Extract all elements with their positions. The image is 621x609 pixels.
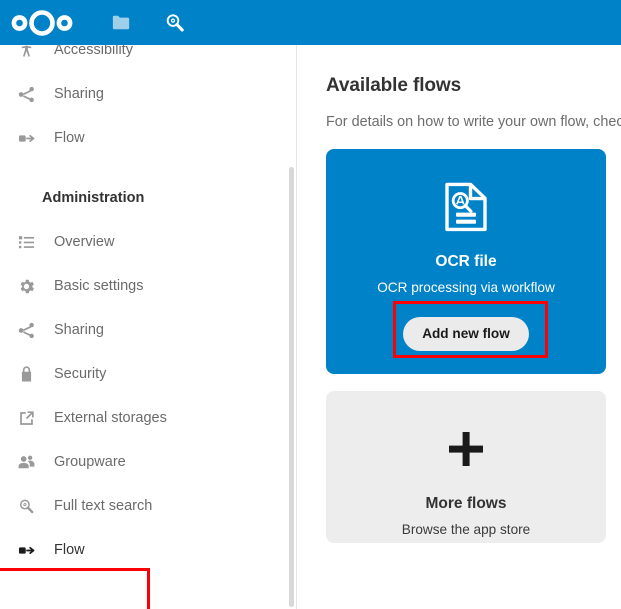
sidebar-item-label: Accessibility [54,45,133,58]
nextcloud-logo[interactable] [11,8,73,38]
accessibility-icon [12,45,40,64]
magnifier-icon [12,492,40,520]
sidebar-item-label: Security [54,366,106,382]
flow-card-ocr-file[interactable]: OCR file OCR processing via workflow Add… [326,149,606,374]
sidebar-item-label: Basic settings [54,278,143,294]
settings-content: Available flows For details on how to wr… [298,45,621,609]
list-icon [12,228,40,256]
external-link-icon [12,404,40,432]
plus-icon [326,421,606,477]
header-app-files[interactable] [96,0,146,45]
sidebar-item-label: Full text search [54,498,152,514]
flow-icon [12,536,40,564]
flow-card-more-flows[interactable]: More flows Browse the app store [326,391,606,543]
sidebar-item-label: Sharing [54,322,104,338]
flow-icon [12,124,40,152]
header-app-full-text-search[interactable] [150,0,200,45]
flow-card-description: Browse the app store [326,522,606,537]
sidebar-item-sharing-admin[interactable]: Sharing [0,308,296,352]
sidebar-scrollbar[interactable] [289,167,294,607]
flow-card-title: OCR file [326,253,606,271]
page-title: Available flows [326,75,621,97]
share-icon [12,316,40,344]
app-header [0,0,621,45]
full-text-search-icon [163,11,187,35]
settings-sidebar: Accessibility Sharing [0,45,297,609]
nav-spacer [0,572,296,580]
sidebar-item-label: Overview [54,234,114,250]
sidebar-item-label: External storages [54,410,167,426]
flow-card-title: More flows [326,495,606,513]
share-icon [12,80,40,108]
page-subtitle: For details on how to write your own flo… [326,114,621,130]
sidebar-item-sharing-personal[interactable]: Sharing [0,72,296,116]
flow-card-description: OCR processing via workflow [326,280,606,295]
settings-nav-list: Accessibility Sharing [0,45,296,580]
lock-icon [12,360,40,388]
ocr-document-icon [326,179,606,235]
sidebar-item-basic-settings[interactable]: Basic settings [0,264,296,308]
sidebar-item-label: Groupware [54,454,126,470]
gear-icon [12,272,40,300]
group-icon [12,448,40,476]
sidebar-item-flow-admin[interactable]: Flow [0,528,296,572]
nextcloud-settings-page: Accessibility Sharing [0,0,621,609]
sidebar-item-accessibility[interactable]: Accessibility [0,45,296,72]
sidebar-item-external-storages[interactable]: External storages [0,396,296,440]
add-new-flow-button[interactable]: Add new flow [403,317,529,351]
sidebar-item-label: Sharing [54,86,104,102]
sidebar-item-flow-personal[interactable]: Flow [0,116,296,160]
sidebar-item-label: Flow [54,130,85,146]
sidebar-item-groupware[interactable]: Groupware [0,440,296,484]
sidebar-item-security[interactable]: Security [0,352,296,396]
sidebar-item-full-text-search[interactable]: Full text search [0,484,296,528]
sidebar-item-overview[interactable]: Overview [0,220,296,264]
sidebar-group-caption-administration: Administration [0,176,296,220]
files-icon [110,11,133,34]
sidebar-item-label: Flow [54,542,85,558]
